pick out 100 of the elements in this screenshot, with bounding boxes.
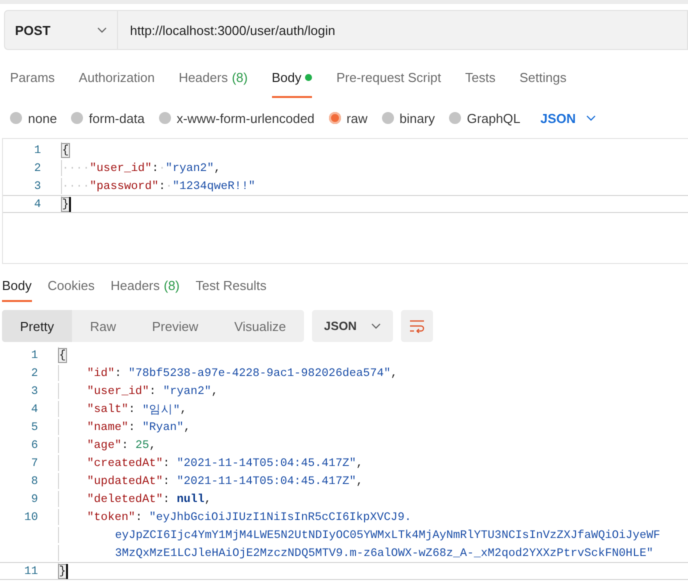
method-dropdown[interactable]: POST: [4, 10, 118, 50]
view-mode-button[interactable]: Raw: [72, 310, 134, 342]
view-mode-button[interactable]: Pretty: [2, 310, 72, 342]
code-token: "78bf5238-a97e-4228-9ac1-982026dea574": [128, 366, 391, 380]
code-token: "createdAt": [87, 456, 163, 470]
body-type-radio[interactable]: binary: [382, 110, 435, 126]
url-field[interactable]: http://localhost:3000/user/auth/login: [118, 10, 688, 50]
code-token: :: [128, 420, 136, 434]
code-token: "id": [87, 366, 115, 380]
code-token: "ryan2": [166, 162, 214, 174]
code-token: :: [152, 162, 159, 174]
code-token: ,: [204, 492, 212, 506]
code-token: ,: [180, 402, 187, 416]
caret-icon: [586, 115, 596, 121]
response-tab[interactable]: Body: [2, 270, 32, 302]
code-token: ,: [356, 456, 364, 470]
code-token: ,: [184, 420, 191, 434]
code-token: ,: [356, 474, 364, 488]
line-number: 9: [30, 492, 38, 506]
code-token: :: [162, 456, 171, 470]
code-token: "user_id": [90, 162, 152, 174]
code-token: "password": [90, 180, 159, 192]
format-dropdown[interactable]: JSON: [312, 310, 393, 342]
code-token: "임시": [142, 402, 180, 416]
code-token: "deletedAt": [87, 492, 163, 506]
code-token: "token": [87, 510, 136, 524]
code-token: "salt": [87, 402, 128, 416]
view-mode-button[interactable]: Visualize: [216, 310, 304, 342]
code-token: "Ryan": [142, 420, 184, 434]
code-token: ·: [166, 180, 172, 192]
code-token: "2021-11-14T05:04:45.417Z": [176, 456, 356, 470]
line-number: 4: [33, 198, 41, 210]
caret-icon: [370, 323, 381, 329]
response-tab[interactable]: Cookies: [48, 270, 95, 302]
caret-icon: [97, 27, 107, 33]
code-token: ·: [158, 162, 166, 174]
code-token: :: [162, 474, 171, 488]
code-token: :: [162, 492, 171, 506]
tab-count: (8): [232, 70, 248, 84]
code-token: eyJpZCI6Ijc4YmY1MjM4LWE5N2UtNDIyOC05YWMxLTk4MjAyNmRlYTU3NCIsInVzZXJfaWQiOiJyeWF: [115, 528, 660, 542]
text-cursor: [66, 564, 68, 578]
code-token: ,: [149, 438, 156, 452]
line-number: 1: [30, 348, 38, 362]
request-tab[interactable]: Body: [272, 58, 312, 98]
code-token: "ryan2": [162, 384, 212, 398]
tab-count: (8): [164, 278, 180, 292]
code-token: "user_id": [87, 384, 150, 398]
wrap-lines-icon: [408, 319, 425, 333]
code-token: "name": [87, 420, 128, 434]
code-token: :: [158, 180, 166, 192]
body-type-radio[interactable]: form-data: [70, 110, 145, 126]
code-token: :: [122, 438, 130, 452]
bracket: }: [62, 198, 69, 210]
code-token: :: [128, 402, 136, 416]
code-token: ····: [62, 162, 90, 174]
code-token: "2021-11-14T05:04:45.417Z": [176, 474, 356, 488]
wrap-lines-button[interactable]: [400, 310, 433, 342]
line-number: 1: [33, 144, 41, 156]
line-number: 10: [23, 510, 38, 524]
body-type-radio[interactable]: raw: [328, 110, 368, 126]
request-tab[interactable]: Tests: [465, 58, 496, 98]
code-token: 25: [135, 438, 150, 452]
code-token: :: [114, 366, 123, 380]
bracket: {: [62, 144, 69, 156]
line-number: 4: [30, 402, 38, 416]
line-number: 8: [30, 474, 38, 488]
code-token: "1234qweR!!": [172, 180, 256, 192]
format-dropdown[interactable]: JSON: [534, 110, 596, 126]
code-token: "age": [87, 438, 122, 452]
code-token: ····: [62, 180, 90, 192]
code-token: "eyJhbGciOiJIUzI1NiIsInR5cCI6IkpXVCJ9.: [149, 510, 412, 524]
body-type-radio[interactable]: GraphQL: [448, 110, 520, 126]
line-number: 7: [30, 456, 38, 470]
response-tab[interactable]: Test Results: [196, 270, 266, 302]
view-mode-button[interactable]: Preview: [134, 310, 216, 342]
body-type-radio[interactable]: none: [10, 110, 57, 126]
line-number: 5: [30, 420, 38, 434]
code-token: "updatedAt": [87, 474, 163, 488]
request-tab[interactable]: Authorization: [78, 58, 155, 98]
code-token: 3MzQxMzE1LCJleHAiOjE2MzczNDQ5MTV9.m-z6alOWX-wZ68z_A-_xM2qod2YXXzPtrvSckFN0HLE": [115, 546, 654, 560]
bracket: }: [59, 564, 66, 578]
line-number: 3: [33, 180, 41, 192]
request-tab[interactable]: Pre-request Script: [336, 58, 442, 98]
line-number: 3: [30, 384, 38, 398]
code-token: :: [149, 384, 158, 398]
bracket: {: [59, 348, 66, 362]
code-token: ,: [214, 162, 221, 174]
code-token: ,: [390, 366, 398, 380]
line-number: 2: [30, 366, 38, 380]
line-number: 11: [23, 564, 38, 578]
request-editor[interactable]: 1 { 2 ····"user_id":·"ryan2", 3 ····"password":·"1234qweR!!" 4 }: [2, 138, 688, 264]
code-token: :: [135, 510, 144, 524]
request-tab[interactable]: Params: [10, 58, 55, 98]
request-tab[interactable]: Headers (8): [178, 58, 248, 98]
code-token: ,: [211, 384, 218, 398]
line-number: 2: [33, 162, 41, 174]
response-tab[interactable]: Headers (8): [110, 270, 180, 302]
text-cursor: [68, 196, 71, 212]
body-type-radio[interactable]: x-www-form-urlencoded: [158, 110, 315, 126]
request-tab[interactable]: Settings: [519, 58, 566, 98]
